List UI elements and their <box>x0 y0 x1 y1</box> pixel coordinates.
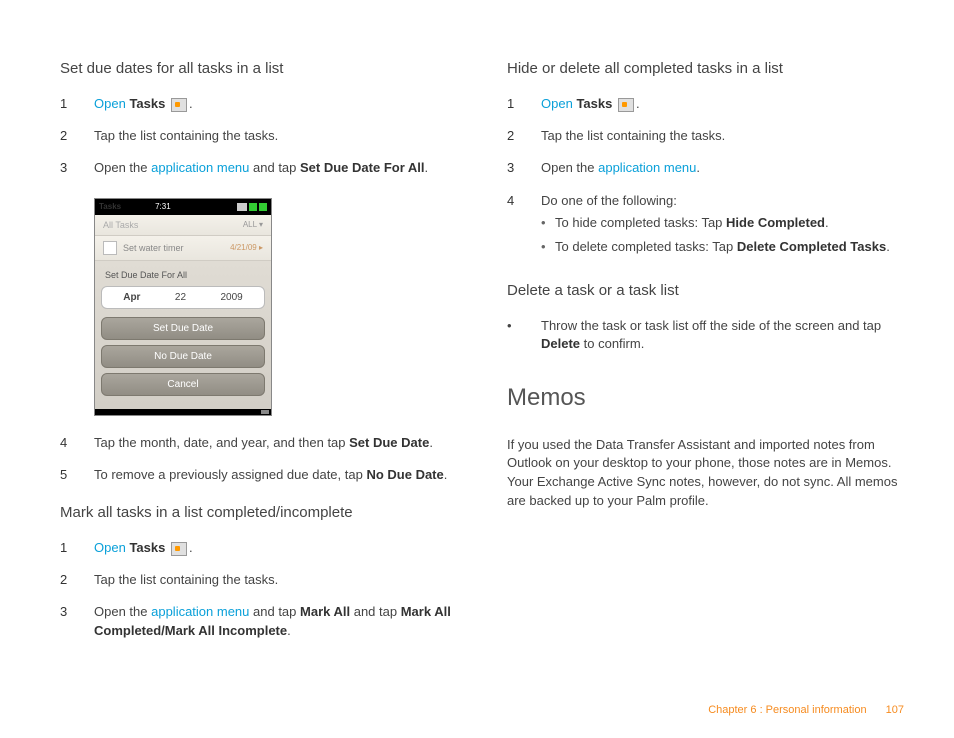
step-number: 3 <box>507 159 541 177</box>
step-number: 5 <box>60 466 94 484</box>
open-link[interactable]: Open <box>94 540 126 555</box>
application-menu-link[interactable]: application menu <box>151 604 249 619</box>
phone-bottombar <box>95 409 271 415</box>
date-month: Apr <box>119 292 144 303</box>
delete-task-bullet: • Throw the task or task list off the si… <box>507 317 904 353</box>
tasks-app-icon <box>171 542 187 556</box>
date-year: 2009 <box>216 292 246 303</box>
application-menu-link[interactable]: application menu <box>598 160 696 175</box>
steps-hide-delete: 1 Open Tasks . 2 Tap the list containing… <box>507 95 904 262</box>
step-text: Open the application menu. <box>541 159 904 177</box>
checkbox-icon <box>103 241 117 255</box>
step-number: 3 <box>60 603 94 639</box>
left-column: Set due dates for all tasks in a list 1 … <box>60 60 457 660</box>
step-text: Open Tasks . <box>541 95 904 113</box>
step-number: 1 <box>507 95 541 113</box>
phone-statusbar: Tasks 7:31 <box>95 199 271 215</box>
heading-set-due-dates: Set due dates for all tasks in a list <box>60 60 457 77</box>
step-number: 2 <box>60 127 94 145</box>
heading-hide-delete: Hide or delete all completed tasks in a … <box>507 60 904 77</box>
step-text: Open the application menu and tap Mark A… <box>94 603 457 639</box>
phone-time: 7:31 <box>155 202 171 211</box>
phone-task-row: Set water timer 4/21/09 ▸ <box>95 236 271 261</box>
no-due-date-button: No Due Date <box>101 345 265 368</box>
tasks-label: Tasks <box>129 96 165 111</box>
cancel-button: Cancel <box>101 373 265 396</box>
phone-screenshot: Tasks 7:31 All Tasks ALL ▾ Set water tim… <box>94 198 272 416</box>
step-number: 4 <box>60 434 94 452</box>
heading-mark-all: Mark all tasks in a list completed/incom… <box>60 504 457 521</box>
step-text: To remove a previously assigned due date… <box>94 466 457 484</box>
phone-header-row: All Tasks ALL ▾ <box>95 215 271 236</box>
sub-bullet: To delete completed tasks: Tap Delete Co… <box>541 238 904 256</box>
application-menu-link[interactable]: application menu <box>151 160 249 175</box>
heading-memos: Memos <box>507 384 904 412</box>
tasks-app-icon <box>171 98 187 112</box>
step-text: Tap the list containing the tasks. <box>94 571 457 589</box>
step-number: 2 <box>507 127 541 145</box>
step-number: 4 <box>507 192 541 263</box>
bullet-text: Throw the task or task list off the side… <box>541 317 904 353</box>
step-text: Do one of the following: To hide complet… <box>541 192 904 263</box>
step-text: Open the application menu and tap Set Du… <box>94 159 457 177</box>
date-picker: Apr 22 2009 <box>101 286 265 309</box>
step-number: 3 <box>60 159 94 177</box>
memos-body: If you used the Data Transfer Assistant … <box>507 436 904 511</box>
step-text: Open Tasks . <box>94 539 457 557</box>
sub-bullet: To hide completed tasks: Tap Hide Comple… <box>541 214 904 232</box>
tasks-app-icon <box>618 98 634 112</box>
open-link[interactable]: Open <box>94 96 126 111</box>
heading-delete-task: Delete a task or a task list <box>507 282 904 299</box>
step-text: Tap the list containing the tasks. <box>94 127 457 145</box>
tasks-label: Tasks <box>129 540 165 555</box>
tasks-label: Tasks <box>576 96 612 111</box>
steps-set-due-dates-cont: 4 Tap the month, date, and year, and the… <box>60 434 457 484</box>
phone-app-label: Tasks <box>99 202 121 211</box>
page-footer: Chapter 6 : Personal information 107 <box>708 704 904 716</box>
set-due-date-button: Set Due Date <box>101 317 265 340</box>
open-link[interactable]: Open <box>541 96 573 111</box>
step-text: Tap the month, date, and year, and then … <box>94 434 457 452</box>
footer-chapter: Chapter 6 : Personal information <box>708 704 866 716</box>
footer-page-number: 107 <box>886 704 904 716</box>
phone-status-icons <box>237 203 267 211</box>
step-number: 2 <box>60 571 94 589</box>
phone-panel: Set Due Date For All Apr 22 2009 Set Due… <box>95 261 271 409</box>
step-text: Open Tasks . <box>94 95 457 113</box>
bullet-dot: • <box>507 317 541 353</box>
steps-mark-all: 1 Open Tasks . 2 Tap the list containing… <box>60 539 457 640</box>
step-number: 1 <box>60 95 94 113</box>
step-number: 1 <box>60 539 94 557</box>
sub-bullets: To hide completed tasks: Tap Hide Comple… <box>541 214 904 256</box>
steps-set-due-dates: 1 Open Tasks . 2 Tap the list containing… <box>60 95 457 178</box>
step-text: Tap the list containing the tasks. <box>541 127 904 145</box>
panel-title: Set Due Date For All <box>101 267 265 286</box>
right-column: Hide or delete all completed tasks in a … <box>507 60 904 660</box>
date-day: 22 <box>171 292 190 303</box>
